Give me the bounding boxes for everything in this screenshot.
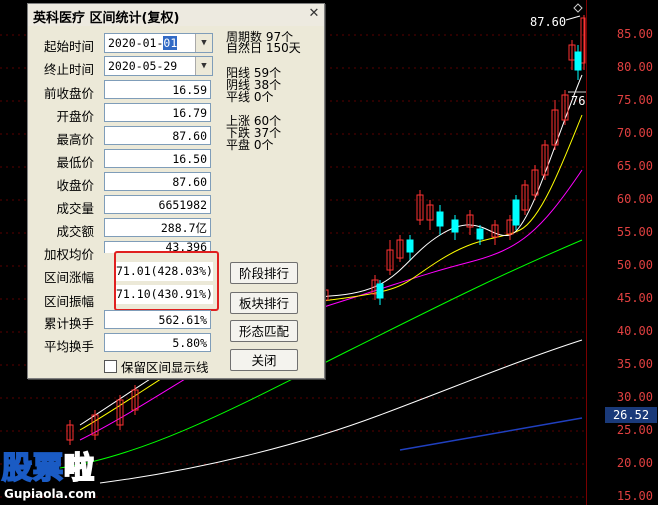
keep-interval-line-label: 保留区间显示线 xyxy=(121,360,209,375)
end-time-label: 终止时间 xyxy=(43,62,94,77)
high-price-label: 87.60 xyxy=(530,15,567,29)
start-date-text: 2020-01- xyxy=(108,36,164,50)
dialog-title: 英科医疗 区间统计(复权) xyxy=(33,11,180,26)
field-label: 开盘价 xyxy=(56,109,94,124)
y-tick: 40.00 xyxy=(616,324,653,338)
y-tick: 80.00 xyxy=(616,60,653,74)
keep-interval-line-checkbox[interactable] xyxy=(104,360,117,373)
flat-line-count: 平线 0个 xyxy=(226,90,274,104)
close-price-field: 87.60 xyxy=(104,172,211,191)
low-price-field: 16.50 xyxy=(104,149,211,168)
watermark-domain: Gupiaola.com xyxy=(4,487,97,501)
ma250-line xyxy=(399,417,583,451)
y-tick: 85.00 xyxy=(616,27,653,41)
y-tick: 75.00 xyxy=(616,93,653,107)
dialog-titlebar[interactable]: 英科医疗 区间统计(复权) ✕ xyxy=(28,4,324,26)
field-label: 最高价 xyxy=(56,132,94,147)
end-date-text: 2020-05-29 xyxy=(108,59,178,73)
highlight-box xyxy=(114,251,219,311)
field-label: 最低价 xyxy=(56,155,94,170)
field-label: 加权均价 xyxy=(43,247,94,262)
field-label: 成交量 xyxy=(56,201,94,216)
stage-rank-button[interactable]: 阶段排行 xyxy=(230,262,298,284)
diamond-icon xyxy=(573,3,583,13)
field-label: 收盘价 xyxy=(56,178,94,193)
y-tick: 45.00 xyxy=(616,291,653,305)
prev-close-field: 16.59 xyxy=(104,80,211,99)
start-time-row: 起始时间 xyxy=(28,33,94,55)
y-tick: 65.00 xyxy=(616,159,653,173)
start-time-label: 起始时间 xyxy=(43,39,94,54)
start-date-picker[interactable]: 2020-01-01 ▼ xyxy=(104,33,213,53)
y-tick: 20.00 xyxy=(616,456,653,470)
watermark-logo: 股票啦 Gupiaola.com xyxy=(0,443,120,505)
open-price-field: 16.79 xyxy=(104,103,211,122)
y-tick: 50.00 xyxy=(616,258,653,272)
pattern-match-button[interactable]: 形态匹配 xyxy=(230,320,298,342)
end-time-row: 终止时间 xyxy=(28,56,94,78)
close-button[interactable]: 关闭 xyxy=(230,349,298,371)
sector-rank-button[interactable]: 板块排行 xyxy=(230,292,298,314)
field-label: 平均换手 xyxy=(43,339,94,354)
natural-days: 自然日 150天 xyxy=(226,41,301,55)
avg-turnover-field: 5.80% xyxy=(104,333,211,352)
y-tick: 55.00 xyxy=(616,225,653,239)
current-price-tag: 26.52 xyxy=(605,407,657,423)
y-tick: 30.00 xyxy=(616,390,653,404)
interval-stats-dialog: 英科医疗 区间统计(复权) ✕ 起始时间 2020-01-01 ▼ 终止时间 2… xyxy=(27,3,325,379)
volume-field: 6651982 xyxy=(104,195,211,214)
end-date-picker[interactable]: 2020-05-29 ▼ xyxy=(104,56,213,76)
field-label: 区间涨幅 xyxy=(43,270,94,285)
y-tick: 70.00 xyxy=(616,126,653,140)
field-label: 累计换手 xyxy=(43,316,94,331)
high-marker-arrow xyxy=(565,15,581,21)
field-label: 前收盘价 xyxy=(43,86,94,101)
field-label: 区间振幅 xyxy=(43,294,94,309)
y-tick: 35.00 xyxy=(616,357,653,371)
y-tick: 60.00 xyxy=(616,192,653,206)
cumulative-turnover-field: 562.61% xyxy=(104,310,211,329)
turnover-amount-field: 288.7亿 xyxy=(104,218,211,237)
y-tick: 15.00 xyxy=(616,489,653,503)
unchanged-count: 平盘 0个 xyxy=(226,138,274,152)
y-tick: 25.00 xyxy=(616,423,653,437)
price-axis: 85.00 80.00 75.00 70.00 65.00 60.00 55.0… xyxy=(586,0,658,505)
watermark-text: 股票啦 xyxy=(1,450,95,487)
start-date-selected: 01 xyxy=(163,36,178,50)
chevron-down-icon[interactable]: ▼ xyxy=(195,34,212,52)
high-price-field: 87.60 xyxy=(104,126,211,145)
close-icon[interactable]: ✕ xyxy=(307,7,321,21)
field-label: 成交额 xyxy=(56,224,94,239)
chevron-down-icon[interactable]: ▼ xyxy=(195,57,212,75)
